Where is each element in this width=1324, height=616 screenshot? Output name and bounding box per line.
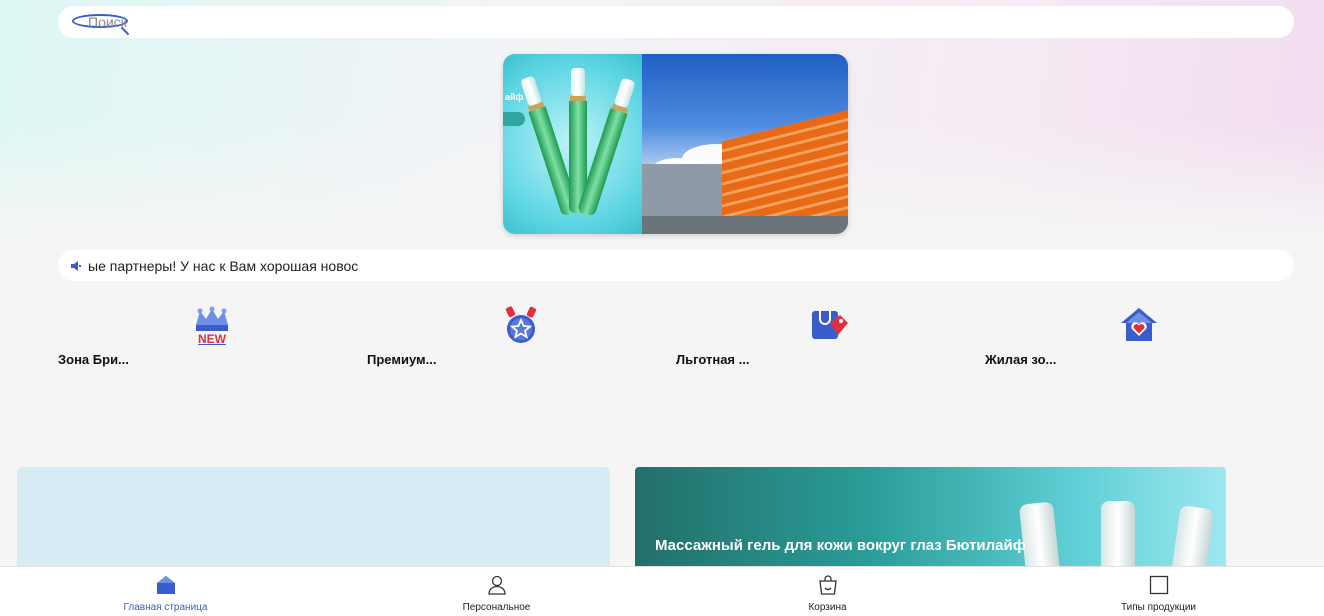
announcement-bar[interactable]: ые партнеры! У нас к Вам хорошая новос xyxy=(58,250,1294,281)
banner-slide-product[interactable]: айф xyxy=(503,54,642,234)
announcement-text: ые партнеры! У нас к Вам хорошая новос xyxy=(88,258,359,274)
banner-carousel[interactable]: айф xyxy=(503,54,848,234)
building-image xyxy=(722,106,848,234)
tab-home[interactable]: Главная страница xyxy=(0,567,331,616)
tab-label: Типы продукции xyxy=(1120,602,1197,613)
search-input[interactable] xyxy=(88,10,688,34)
cart-icon xyxy=(818,575,837,595)
category-square-icon xyxy=(1149,575,1168,595)
banner-slide-text: айф xyxy=(505,92,524,102)
tab-label: Персональное xyxy=(462,602,531,613)
promo-headline: Массажный гель для кожи вокруг глаз Бюти… xyxy=(655,537,1026,554)
house-heart-icon xyxy=(1121,308,1157,341)
category-label: Зона Бри... xyxy=(58,352,129,367)
category-label: Премиум... xyxy=(367,352,437,367)
category-item-discount[interactable]: Льготная ... xyxy=(676,305,848,375)
speaker-icon xyxy=(71,261,81,271)
tab-label: Корзина xyxy=(808,602,847,613)
medal-star-icon xyxy=(505,306,537,343)
tab-product-types[interactable]: Типы продукции xyxy=(993,567,1324,616)
promo-card-left[interactable] xyxy=(17,467,610,577)
home-icon xyxy=(156,576,175,594)
category-item-residential[interactable]: Жилая зо... xyxy=(985,305,1157,375)
tab-label: Главная страница xyxy=(123,602,208,613)
bottom-tab-bar: Главная страница Персональное Корзина Ти… xyxy=(0,566,1324,616)
svg-text:NEW: NEW xyxy=(198,332,227,345)
category-label: Льготная ... xyxy=(676,352,750,367)
promo-card-right[interactable]: Массажный гель для кожи вокруг глаз Бюти… xyxy=(635,467,1226,577)
search-bar[interactable] xyxy=(58,6,1294,38)
category-label: Жилая зо... xyxy=(985,352,1057,367)
user-icon xyxy=(487,575,506,595)
banner-slide-building[interactable] xyxy=(642,54,848,234)
discount-tag-icon xyxy=(812,311,848,339)
category-item-zone[interactable]: NEW Зона Бри... xyxy=(58,305,228,375)
crown-new-icon: NEW xyxy=(196,306,228,345)
banner-pill-button xyxy=(503,112,525,126)
tab-cart[interactable]: Корзина xyxy=(662,567,993,616)
category-item-premium[interactable]: Премиум... xyxy=(367,305,537,375)
tab-personal[interactable]: Персональное xyxy=(331,567,662,616)
